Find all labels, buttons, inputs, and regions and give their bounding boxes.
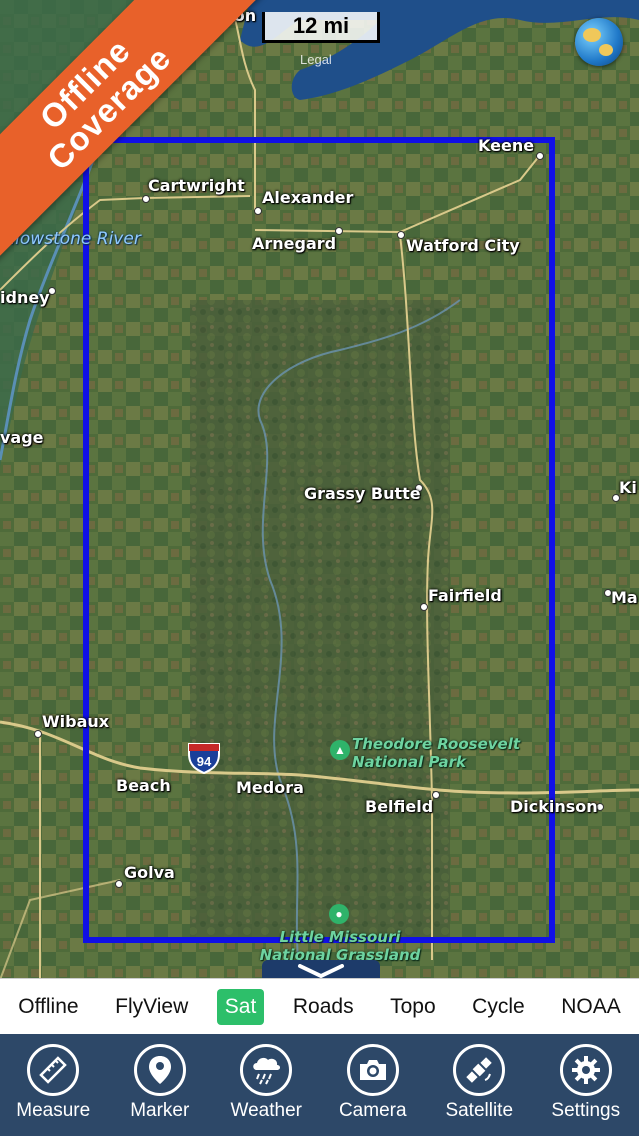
- layer-offline[interactable]: Offline: [10, 989, 86, 1025]
- map-layer-selector: Offline FlyView Sat Roads Topo Cycle NOA…: [0, 978, 639, 1035]
- park-icon: ●: [329, 904, 349, 924]
- park-label: Little Missouri National Grassland: [259, 928, 421, 964]
- layer-roads[interactable]: Roads: [285, 989, 362, 1025]
- place-label: Alexander: [262, 188, 354, 207]
- place-label: Medora: [236, 778, 304, 797]
- layer-sat[interactable]: Sat: [216, 989, 265, 1025]
- place-label: Golva: [124, 863, 175, 882]
- place-label: Fairfield: [428, 586, 502, 605]
- scale-label: 12 mi: [292, 13, 350, 38]
- globe-icon[interactable]: [575, 18, 623, 66]
- settings-button[interactable]: Settings: [533, 1034, 639, 1136]
- chevron-down-icon: [298, 964, 344, 978]
- place-label: Grassy Butte: [304, 484, 421, 503]
- place-label: Cartwright: [148, 176, 245, 195]
- layer-cycle[interactable]: Cycle: [464, 989, 533, 1025]
- map-pin-icon: [148, 1056, 171, 1084]
- bottom-toolbar: Measure Marker Weather Camera Satellite …: [0, 1034, 639, 1136]
- ruler-icon: [39, 1056, 68, 1084]
- place-label: Keene: [478, 136, 535, 155]
- place-label: Beach: [116, 776, 171, 795]
- place-label: Belfield: [365, 797, 434, 816]
- satellite-button[interactable]: Satellite: [426, 1034, 532, 1136]
- place-label: Watford City: [406, 236, 520, 255]
- place-label: idney: [0, 288, 50, 307]
- layer-topo[interactable]: Topo: [382, 989, 444, 1025]
- collapse-panel-button[interactable]: [262, 960, 380, 978]
- scale-bar: 12 mi: [262, 12, 380, 44]
- place-label: Dickinson: [510, 797, 598, 816]
- satellite-icon: [466, 1057, 492, 1083]
- legal-link[interactable]: Legal: [300, 52, 332, 67]
- place-label: Ki: [619, 478, 637, 497]
- interstate-number: 94: [197, 754, 212, 769]
- place-label: Ma: [611, 588, 638, 607]
- marker-button[interactable]: Marker: [107, 1034, 213, 1136]
- layer-noaa[interactable]: NOAA: [553, 989, 629, 1025]
- park-icon: ▲: [330, 740, 350, 760]
- place-label: vage: [0, 428, 44, 447]
- park-label: Theodore Roosevelt National Park: [352, 735, 521, 771]
- layer-flyview[interactable]: FlyView: [107, 989, 196, 1025]
- place-label: Wibaux: [42, 712, 110, 731]
- rain-cloud-icon: [253, 1057, 281, 1085]
- camera-icon: [359, 1060, 386, 1080]
- measure-button[interactable]: Measure: [0, 1034, 106, 1136]
- place-label: Arnegard: [252, 234, 337, 253]
- gear-icon: [571, 1056, 600, 1084]
- weather-button[interactable]: Weather: [213, 1034, 319, 1136]
- interstate-94-shield: 94: [188, 743, 220, 774]
- camera-button[interactable]: Camera: [320, 1034, 426, 1136]
